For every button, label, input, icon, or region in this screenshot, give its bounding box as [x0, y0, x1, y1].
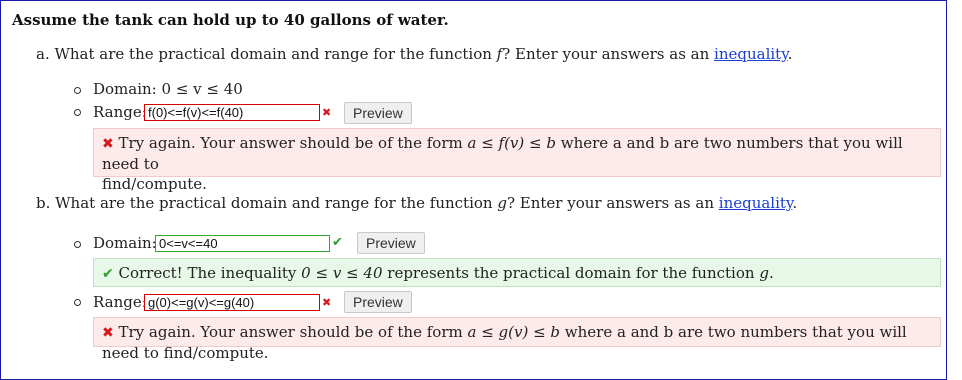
part-a-domain-row: Domain: 0 ≤ v ≤ 40	[93, 80, 243, 98]
x-mark-icon: ✖	[322, 296, 332, 309]
part-b-inequality-link[interactable]: inequality	[719, 194, 793, 212]
x-mark-icon: ✖	[102, 136, 114, 152]
part-a-range-label: Range:	[93, 103, 147, 121]
part-b-feedback-expr: 0 ≤ v ≤ 40	[301, 264, 383, 282]
part-a-feedback-text-3: find/compute.	[102, 175, 207, 193]
part-a-prefix: a. What are the practical domain and ran…	[36, 45, 497, 63]
bullet-a-range	[74, 109, 81, 116]
part-a-suffix: ? Enter your answers as an	[502, 45, 715, 63]
part-b-range-preview-button[interactable]: Preview	[344, 291, 412, 313]
part-b-range-feedback-text-1: Try again. Your answer should be of the …	[113, 323, 468, 341]
x-mark-icon: ✖	[102, 325, 114, 341]
part-b-range-feedback: ✖ Try again. Your answer should be of th…	[93, 317, 941, 362]
part-b-domain-feedback: ✔ Correct! The inequality 0 ≤ v ≤ 40 rep…	[93, 258, 941, 287]
part-a-question: a. What are the practical domain and ran…	[36, 45, 792, 63]
part-b-range-input[interactable]: g(0)<=g(v)<=g(40)	[144, 294, 320, 311]
part-a-domain-label: Domain:	[93, 80, 162, 98]
x-mark-icon: ✖	[322, 106, 332, 119]
part-a-range-feedback: ✖ Try again. Your answer should be of th…	[93, 128, 941, 193]
part-b-feedback-func: g	[759, 264, 769, 282]
check-mark-icon: ✔	[332, 235, 343, 250]
part-b-func: g	[497, 194, 507, 212]
part-a-end: .	[787, 45, 793, 63]
part-b-feedback-text-2: represents the practical domain for the …	[382, 264, 760, 282]
part-b-question: b. What are the practical domain and ran…	[36, 194, 797, 212]
part-a-inequality-link[interactable]: inequality	[714, 45, 788, 63]
part-b-end: .	[792, 194, 798, 212]
part-b-range-feedback-expr: a ≤ g(v) ≤ b	[467, 323, 561, 341]
part-b-suffix: ? Enter your answers as an	[506, 194, 719, 212]
part-b-domain-input[interactable]: 0<=v<=40	[155, 235, 330, 252]
bullet-b-domain	[74, 241, 81, 248]
bullet-a-domain	[74, 87, 81, 94]
part-a-feedback-expr: a ≤ f(v) ≤ b	[467, 134, 556, 152]
problem-panel: Assume the tank can hold up to 40 gallon…	[0, 0, 947, 380]
problem-intro: Assume the tank can hold up to 40 gallon…	[12, 11, 449, 29]
part-b-domain-preview-button[interactable]: Preview	[357, 232, 425, 254]
part-b-feedback-end: .	[768, 264, 774, 282]
part-a-range-input[interactable]: f(0)<=f(v)<=f(40)	[144, 104, 320, 121]
part-b-prefix: b. What are the practical domain and ran…	[36, 194, 498, 212]
check-mark-icon: ✔	[102, 266, 114, 282]
part-b-range-label: Range:	[93, 293, 147, 311]
part-a-range-preview-button[interactable]: Preview	[344, 102, 412, 124]
part-b-feedback-text-1: Correct! The inequality	[113, 264, 302, 282]
part-a-feedback-text-1: Try again. Your answer should be of the …	[113, 134, 468, 152]
part-b-domain-label: Domain:	[93, 234, 157, 252]
bullet-b-range	[74, 299, 81, 306]
part-a-domain-value: 0 ≤ v ≤ 40	[161, 80, 243, 98]
